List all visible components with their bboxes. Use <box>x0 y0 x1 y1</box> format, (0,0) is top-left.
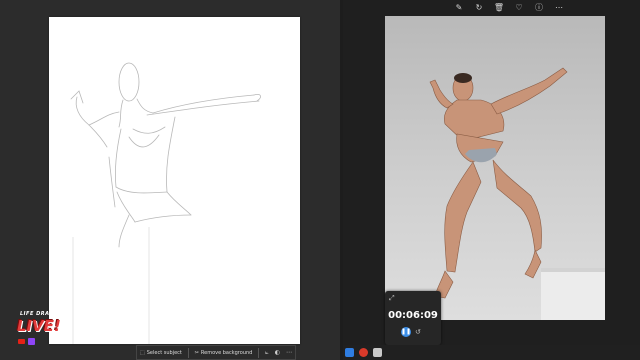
info-icon[interactable]: ⓘ <box>533 0 545 16</box>
life-drawing-live-logo: LIFE DRAWING LIVE! <box>14 311 66 349</box>
reference-photo <box>385 16 605 320</box>
select-subject-icon: ⬚ <box>140 349 145 356</box>
remove-background-label: Remove background <box>200 349 253 356</box>
remove-background-button[interactable]: ✂ Remove background <box>192 350 256 356</box>
favorite-icon[interactable]: ♡ <box>513 0 525 16</box>
image-edit-toolbar: ⬚ Select subject ✂ Remove background ⟀ ◐… <box>136 345 296 360</box>
taskbar <box>343 345 640 360</box>
remove-background-icon: ✂ <box>194 349 199 356</box>
youtube-icon <box>18 339 25 344</box>
toolbar-divider <box>187 347 189 358</box>
more-options-icon[interactable]: ⋯ <box>283 349 295 356</box>
more-icon[interactable]: ⋯ <box>553 0 565 16</box>
timer-display: 00:06:09 <box>388 310 438 321</box>
edit-icon[interactable]: ✎ <box>453 0 465 16</box>
expand-icon[interactable]: ⤢ <box>389 294 395 303</box>
timer-widget: ⤢ 00:06:09 ❚❚ ↺ <box>385 291 441 345</box>
red-app-icon[interactable] <box>359 348 368 357</box>
jumping-figure-photo <box>429 67 605 320</box>
reset-icon[interactable]: ↺ <box>415 327 421 337</box>
drawing-canvas[interactable] <box>49 17 300 344</box>
toolbar-divider <box>258 347 260 358</box>
photo-viewer-pane: ✎ ↻ 🗑 ♡ ⓘ ⋯ ⤢ 00:06:09 ❚❚ ↺ <box>343 0 640 360</box>
paint-app-icon[interactable] <box>345 348 354 357</box>
crop-icon[interactable]: ⟀ <box>262 349 272 357</box>
select-subject-button[interactable]: ⬚ Select subject <box>137 350 185 356</box>
delete-icon[interactable]: 🗑 <box>493 0 505 16</box>
twitch-icon <box>28 338 35 345</box>
logo-main-text: LIVE! <box>17 317 61 335</box>
adjust-icon[interactable]: ◐ <box>272 349 283 356</box>
pause-button[interactable]: ❚❚ <box>401 327 411 337</box>
select-subject-label: Select subject <box>146 349 182 356</box>
drawing-app-pane: LIFE DRAWING LIVE! ⬚ Select subject ✂ Re… <box>0 0 340 360</box>
rotate-icon[interactable]: ↻ <box>473 0 485 16</box>
photo-toolbar: ✎ ↻ 🗑 ♡ ⓘ ⋯ <box>447 0 571 16</box>
clipboard-app-icon[interactable] <box>373 348 382 357</box>
gesture-sketch <box>70 62 261 344</box>
